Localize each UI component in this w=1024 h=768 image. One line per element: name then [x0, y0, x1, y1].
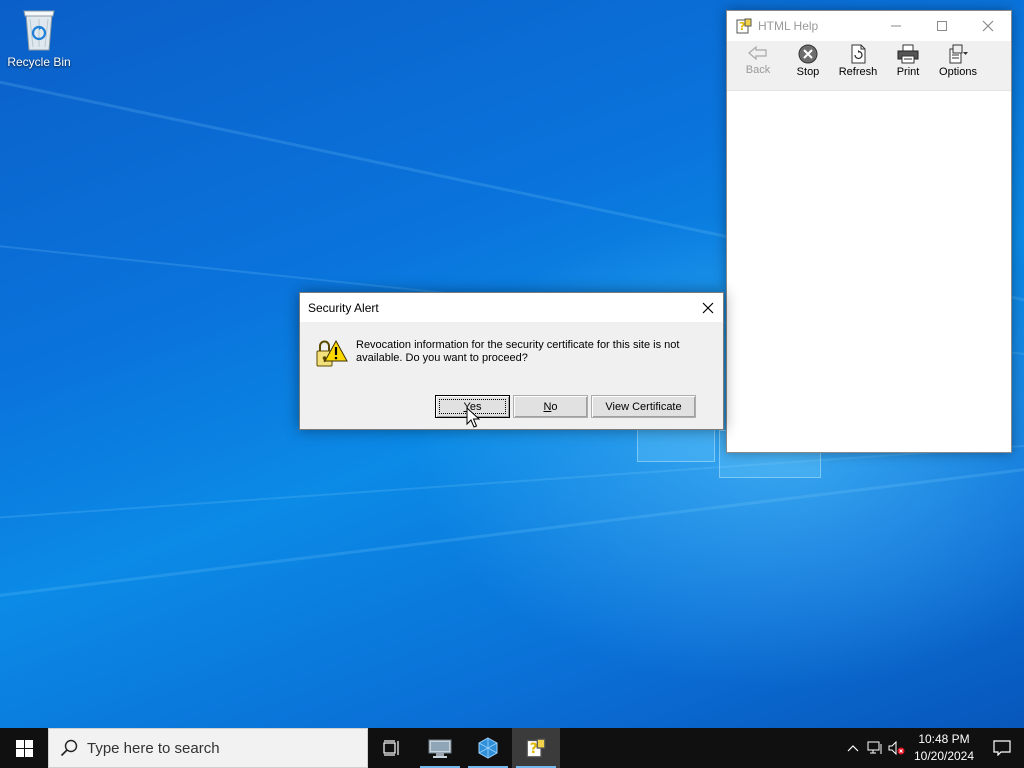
volume-muted-icon	[888, 741, 905, 755]
search-placeholder: Type here to search	[87, 739, 220, 757]
options-icon	[949, 44, 968, 64]
clock-time: 10:48 PM	[918, 732, 970, 746]
refresh-icon	[851, 44, 866, 64]
maximize-icon	[937, 21, 947, 31]
html-help-icon: ?	[526, 738, 546, 758]
task-view-icon	[383, 740, 399, 756]
taskbar: Type here to search ? 10:48 PM 10/20/202…	[0, 728, 1024, 768]
clock-date: 10/20/2024	[913, 749, 975, 763]
stop-icon	[798, 44, 818, 64]
close-icon	[702, 302, 714, 313]
html-help-icon: ?	[736, 18, 752, 34]
security-alert-title-bar[interactable]: Security Alert	[300, 293, 723, 322]
maximize-button[interactable]	[919, 11, 965, 41]
close-icon	[982, 20, 994, 32]
network-icon	[867, 741, 882, 754]
html-help-toolbar: Back Stop Refresh Print Options	[727, 41, 1011, 91]
refresh-button[interactable]: Refresh	[833, 41, 883, 89]
close-button[interactable]	[693, 293, 723, 322]
close-button[interactable]	[965, 11, 1011, 41]
stop-label: Stop	[796, 66, 820, 78]
refresh-label: Refresh	[838, 66, 878, 78]
svg-text:?: ?	[739, 20, 745, 33]
azure-icon	[478, 737, 498, 759]
wallpaper-ray	[0, 453, 1024, 603]
desktop-icon-label: Recycle Bin	[7, 55, 71, 69]
windows-logo-icon	[15, 739, 33, 757]
taskbar-clock[interactable]: 10:48 PM 10/20/2024	[908, 731, 980, 765]
options-label: Options	[939, 66, 977, 78]
notification-icon	[993, 740, 1011, 756]
task-view-button[interactable]	[368, 728, 416, 768]
window-title: HTML Help	[758, 19, 819, 33]
dialog-title: Security Alert	[308, 300, 379, 315]
print-icon	[897, 44, 919, 64]
options-button[interactable]: Options	[933, 41, 983, 89]
start-button[interactable]	[0, 728, 48, 768]
stop-button[interactable]: Stop	[783, 41, 833, 89]
view-certificate-button[interactable]: View Certificate	[591, 395, 696, 418]
html-help-title-bar[interactable]: ? HTML Help	[727, 11, 1011, 41]
back-arrow-icon	[748, 45, 767, 61]
taskbar-app-html-help[interactable]: ?	[512, 728, 560, 768]
minimize-button[interactable]	[873, 11, 919, 41]
alert-message: Revocation information for the security …	[356, 339, 680, 364]
volume-button[interactable]	[886, 728, 908, 768]
lock-warning-icon	[316, 339, 348, 367]
taskbar-app-server-manager[interactable]	[416, 728, 464, 768]
network-button[interactable]	[864, 728, 886, 768]
print-label: Print	[896, 66, 920, 78]
action-center-button[interactable]	[980, 728, 1024, 768]
minimize-icon	[891, 25, 901, 27]
taskbar-app-azure[interactable]	[464, 728, 512, 768]
svg-text:?: ?	[530, 741, 538, 757]
no-button[interactable]: No	[513, 395, 588, 418]
desktop-icon-recycle-bin[interactable]: Recycle Bin	[2, 6, 76, 69]
mnemonic-letter: N	[543, 400, 552, 413]
print-button[interactable]: Print	[883, 41, 933, 89]
back-button[interactable]: Back	[733, 41, 783, 89]
html-help-content-pane[interactable]	[727, 91, 1011, 452]
taskbar-search-box[interactable]: Type here to search	[48, 728, 368, 768]
mouse-cursor-icon	[466, 407, 480, 428]
show-hidden-icons-button[interactable]	[842, 728, 864, 768]
html-help-window[interactable]: ? HTML Help Back Stop Refresh Print Opti…	[726, 10, 1012, 453]
system-tray: 10:48 PM 10/20/2024	[842, 728, 1024, 768]
search-icon	[60, 739, 78, 757]
view-certificate-label: View Certificate	[605, 400, 682, 413]
recycle-bin-icon	[23, 10, 55, 51]
security-alert-dialog[interactable]: Security Alert Revocation information fo…	[299, 292, 724, 430]
no-label: No	[543, 400, 558, 413]
security-alert-body: Revocation information for the security …	[300, 322, 723, 430]
back-label: Back	[745, 64, 771, 76]
server-manager-icon	[428, 739, 452, 758]
chevron-up-icon	[847, 745, 859, 752]
